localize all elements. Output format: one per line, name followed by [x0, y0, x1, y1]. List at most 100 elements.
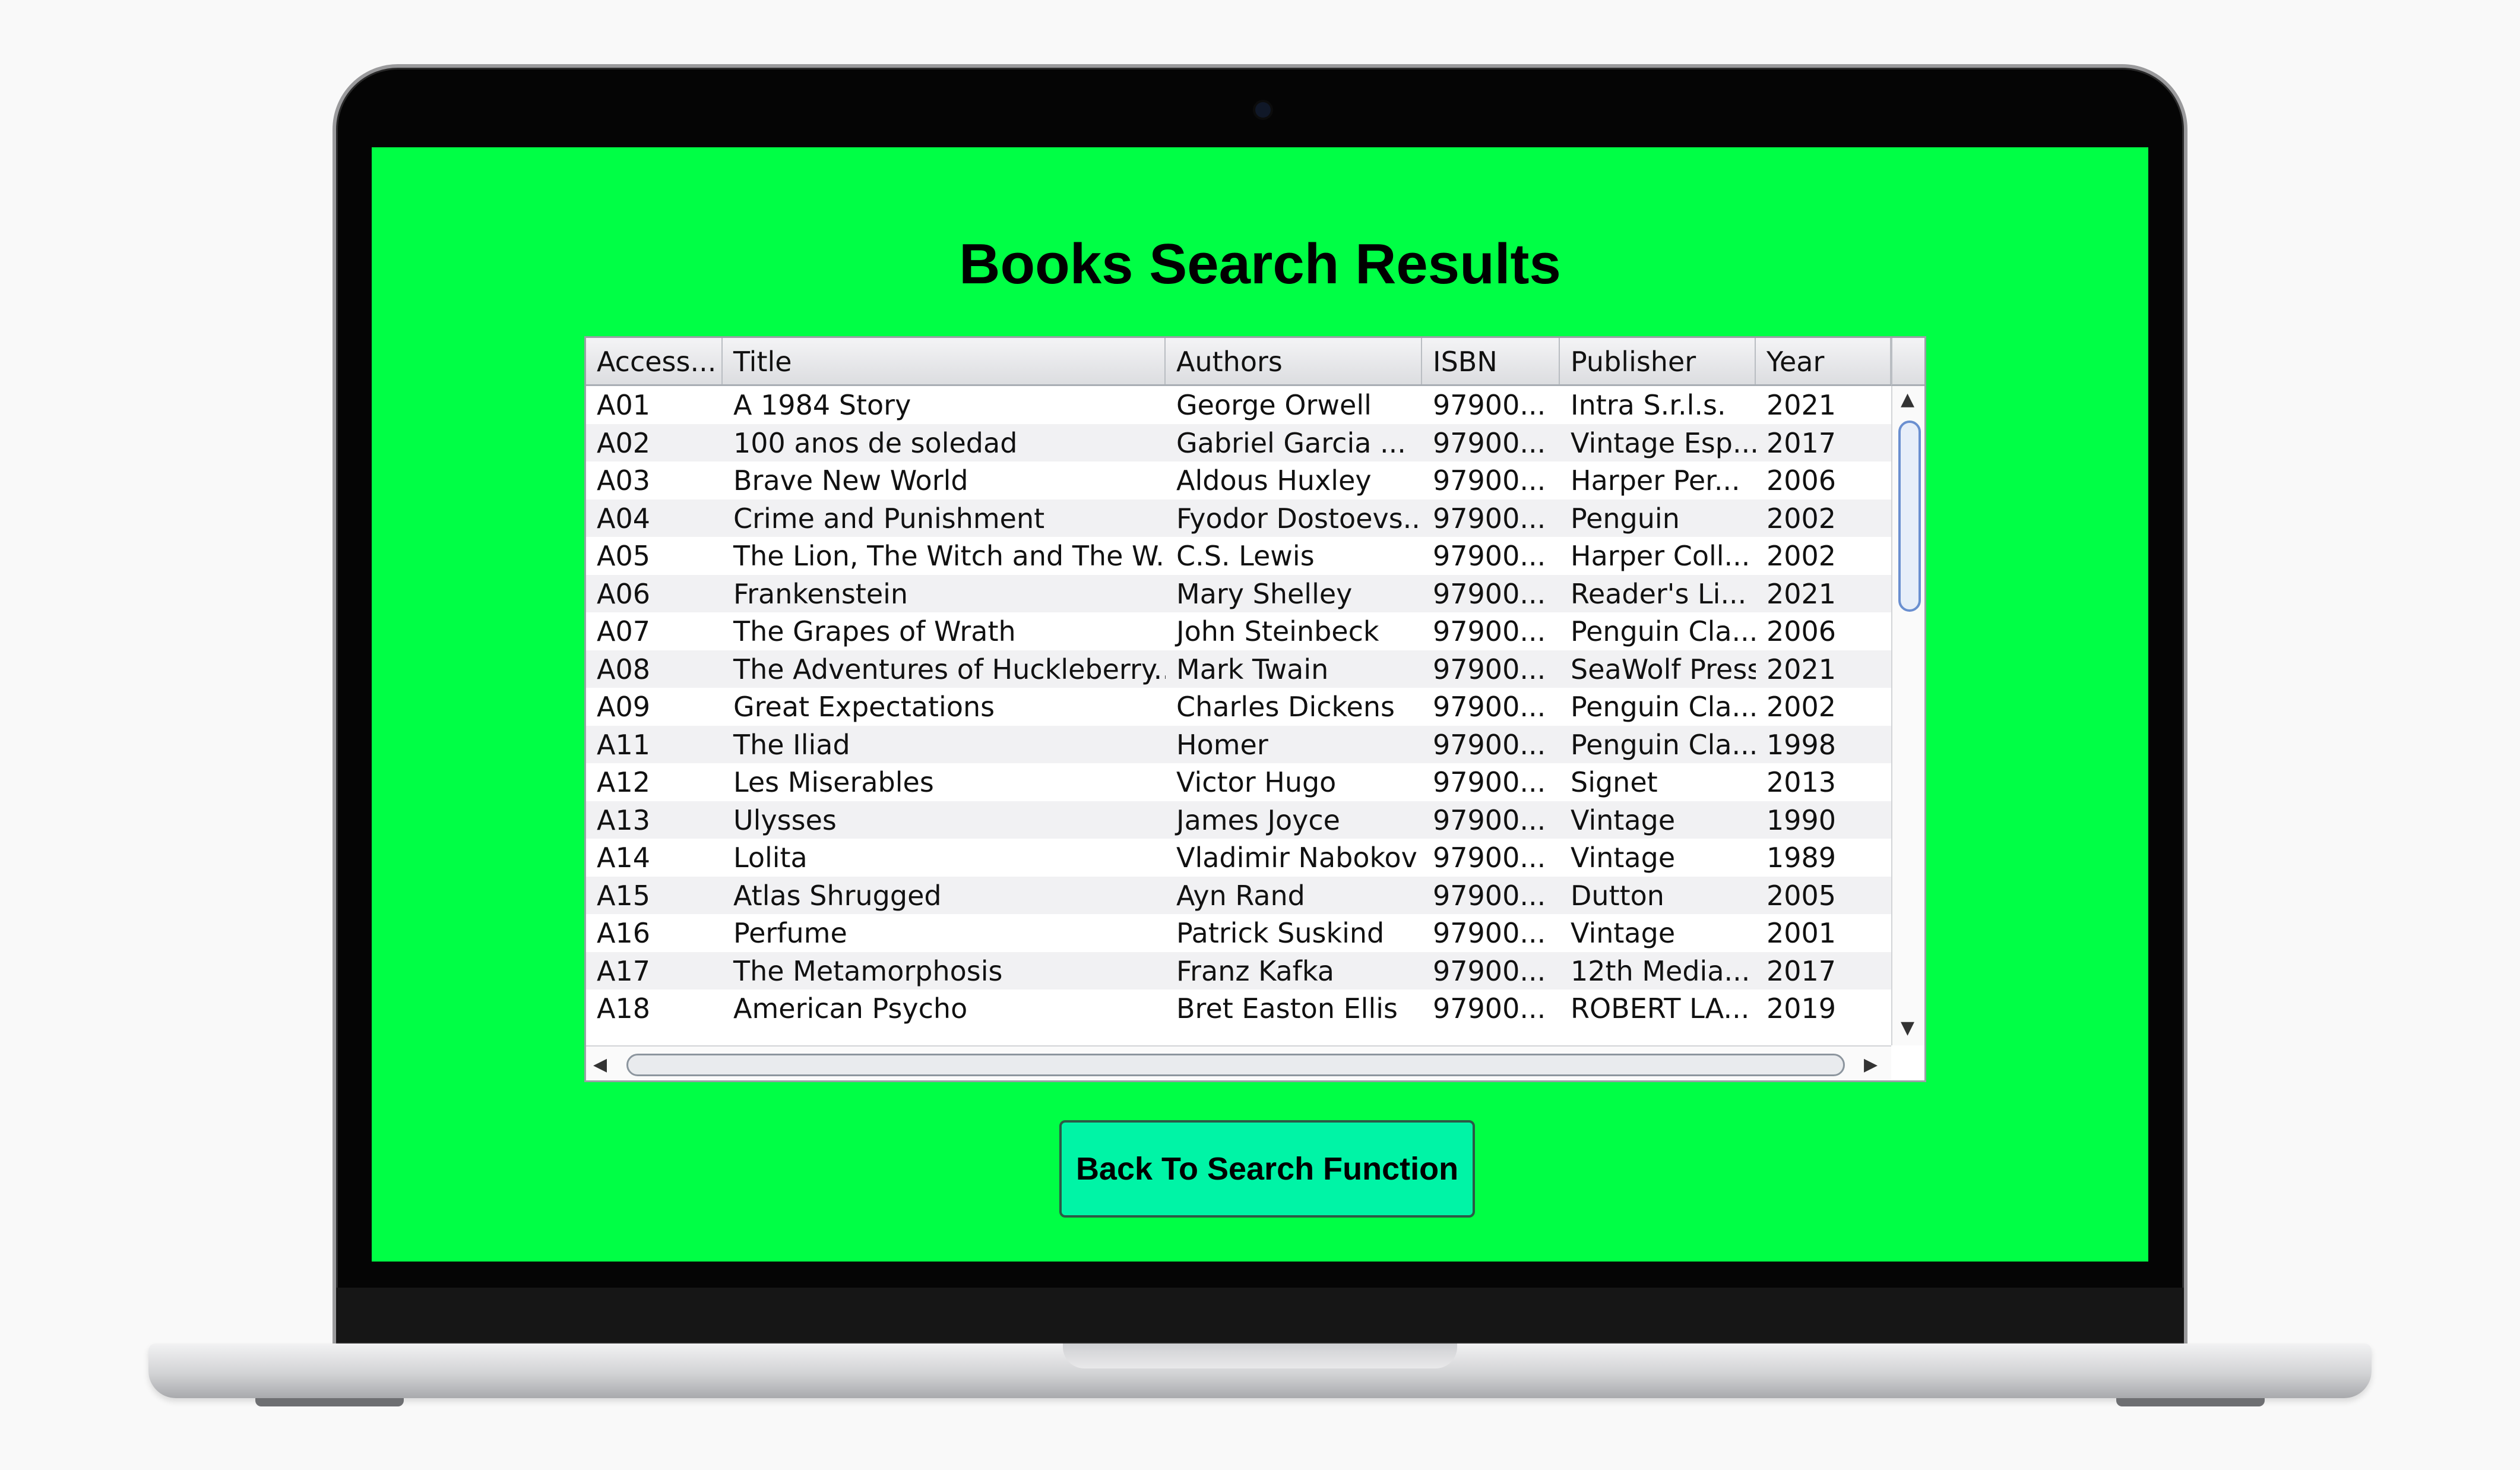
column-year-cell: 1990: [1766, 804, 1837, 836]
column-access-cell: A01: [597, 389, 651, 421]
scroll-right-icon[interactable]: ▶: [1864, 1056, 1878, 1074]
column-publisher-cell: SeaWolf Press: [1571, 653, 1756, 685]
column-access-cell: A15: [597, 879, 651, 912]
scroll-down-icon[interactable]: ▼: [1901, 1019, 1914, 1037]
table-row[interactable]: A18 American Psycho Bret Easton Ellis 97900…: [586, 990, 1891, 1028]
results-table[interactable]: Access... Title Authors ISBN Publisher Year A…: [584, 336, 1926, 1082]
column-publisher-cell: Signet: [1571, 766, 1658, 798]
scroll-up-icon[interactable]: ▲: [1901, 391, 1914, 409]
column-authors-cell: John Steinbeck: [1176, 615, 1379, 647]
table-body: A01 A 1984 Story George Orwell 97900... Intr…: [586, 386, 1891, 1045]
table-row[interactable]: A03 Brave New World Aldous Huxley 97900... H…: [586, 461, 1891, 500]
laptop-bezel-chin: [336, 1288, 2184, 1342]
column-isbn-cell: 97900...: [1433, 879, 1546, 912]
column-access-cell: A12: [597, 766, 651, 798]
column-title-cell: The Grapes of Wrath: [733, 615, 1016, 647]
table-row[interactable]: A02 100 anos de soledad Gabriel Garcia ...…: [586, 423, 1891, 461]
column-access-cell: A07: [597, 615, 651, 647]
column-isbn-cell: 97900...: [1433, 804, 1546, 836]
column-publisher-cell: Harper Per...: [1571, 464, 1740, 497]
column-access-cell: A16: [597, 917, 651, 949]
column-year-cell: 1998: [1766, 728, 1837, 761]
column-publisher-cell: ROBERT LA...: [1571, 992, 1750, 1025]
column-title-cell: The Lion, The Witch and The W...: [733, 540, 1166, 572]
table-row[interactable]: A16 Perfume Patrick Suskind 97900... Vintage…: [586, 914, 1891, 952]
column-publisher-cell: Vintage: [1571, 804, 1676, 836]
horizontal-scroll-thumb[interactable]: [626, 1054, 1845, 1076]
table-row[interactable]: A04 Crime and Punishment Fyodor Dostoevs..…: [586, 499, 1891, 537]
table-row[interactable]: A12 Les Miserables Victor Hugo 97900... Sign…: [586, 763, 1891, 801]
column-title-cell: A 1984 Story: [733, 389, 911, 421]
column-authors-cell: Ayn Rand: [1176, 879, 1305, 912]
scroll-left-icon[interactable]: ◀: [593, 1056, 607, 1074]
column-authors-cell: Mary Shelley: [1176, 577, 1353, 610]
column-publisher-header[interactable]: Publisher: [1560, 338, 1756, 384]
column-publisher-cell: Vintage: [1571, 842, 1676, 874]
column-isbn-cell: 97900...: [1433, 464, 1546, 497]
column-access-cell: A02: [597, 426, 651, 459]
column-isbn-cell: 97900...: [1433, 653, 1546, 685]
table-row[interactable]: A15 Atlas Shrugged Ayn Rand 97900... Dutton 2…: [586, 876, 1891, 914]
column-isbn-cell: 97900...: [1433, 615, 1546, 647]
table-row[interactable]: A07 The Grapes of Wrath John Steinbeck 9790…: [586, 612, 1891, 650]
column-year-header[interactable]: Year: [1756, 338, 1891, 384]
column-title-cell: Perfume: [733, 917, 847, 949]
column-title-cell: The Adventures of Huckleberry...: [733, 653, 1166, 685]
column-access-cell: A11: [597, 728, 651, 761]
table-row[interactable]: A09 Great Expectations Charles Dickens 9790…: [586, 688, 1891, 726]
column-title-header[interactable]: Title: [723, 338, 1166, 384]
table-row[interactable]: A01 A 1984 Story George Orwell 97900... Intr…: [586, 386, 1891, 424]
column-access-cell: A08: [597, 653, 651, 685]
column-authors-cell: Patrick Suskind: [1176, 917, 1385, 949]
column-authors-cell: Fyodor Dostoevs...: [1176, 502, 1422, 535]
column-publisher-cell: Dutton: [1571, 879, 1664, 912]
column-title-cell: Great Expectations: [733, 691, 995, 723]
column-access-cell: A03: [597, 464, 651, 497]
column-year-cell: 2013: [1766, 766, 1837, 798]
laptop-notch: [1063, 1343, 1457, 1368]
column-publisher-cell: Reader's Li...: [1571, 577, 1747, 610]
column-access-header[interactable]: Access...: [586, 338, 723, 384]
column-publisher-cell: Penguin Cla...: [1571, 691, 1756, 723]
table-row[interactable]: A06 Frankenstein Mary Shelley 97900... Reade…: [586, 574, 1891, 612]
column-isbn-cell: 97900...: [1433, 389, 1546, 421]
column-access-cell: A13: [597, 804, 651, 836]
column-year-cell: 2021: [1766, 389, 1837, 421]
column-publisher-cell: Intra S.r.l.s.: [1571, 389, 1726, 421]
table-row[interactable]: A14 Lolita Vladimir Nabokov 97900... Vintage…: [586, 839, 1891, 877]
column-year-cell: 2019: [1766, 992, 1837, 1025]
column-isbn-cell: 97900...: [1433, 502, 1546, 535]
column-year-cell: 2002: [1766, 502, 1837, 535]
vertical-scroll-thumb[interactable]: [1898, 421, 1921, 612]
column-title-cell: The Iliad: [733, 728, 850, 761]
table-row[interactable]: A05 The Lion, The Witch and The W... C.S. …: [586, 537, 1891, 575]
column-year-cell: 2006: [1766, 464, 1837, 497]
page-title: Books Search Results: [959, 232, 1561, 296]
table-row[interactable]: A17 The Metamorphosis Franz Kafka 97900... 1…: [586, 951, 1891, 990]
column-year-cell: 2005: [1766, 879, 1837, 912]
column-authors-cell: Homer: [1176, 728, 1268, 761]
table-row[interactable]: A08 The Adventures of Huckleberry... Mark …: [586, 650, 1891, 688]
horizontal-scrollbar[interactable]: ◀ ▶: [586, 1045, 1891, 1080]
column-isbn-cell: 97900...: [1433, 917, 1546, 949]
column-title-cell: Frankenstein: [733, 577, 908, 610]
laptop-foot-left: [255, 1398, 404, 1406]
column-access-cell: A05: [597, 540, 651, 572]
column-authors-header[interactable]: Authors: [1166, 338, 1422, 384]
column-year-cell: 2021: [1766, 577, 1837, 610]
table-row[interactable]: A13 Ulysses James Joyce 97900... Vintage 1990: [586, 801, 1891, 839]
column-year-cell: 2001: [1766, 917, 1837, 949]
back-to-search-button[interactable]: Back To Search Function: [1059, 1120, 1475, 1218]
column-isbn-cell: 97900...: [1433, 992, 1546, 1025]
column-isbn-header[interactable]: ISBN: [1422, 338, 1560, 384]
column-year-cell: 1989: [1766, 842, 1837, 874]
column-title-cell: Ulysses: [733, 804, 837, 836]
column-isbn-cell: 97900...: [1433, 842, 1546, 874]
column-isbn-cell: 97900...: [1433, 954, 1546, 987]
column-authors-cell: George Orwell: [1176, 389, 1372, 421]
column-authors-cell: Vladimir Nabokov: [1176, 842, 1417, 874]
vertical-scrollbar[interactable]: ▲ ▼: [1891, 386, 1924, 1045]
table-row[interactable]: A11 The Iliad Homer 97900... Penguin Cla... 1…: [586, 725, 1891, 763]
column-publisher-cell: Vintage Esp...: [1571, 426, 1756, 459]
column-authors-cell: Bret Easton Ellis: [1176, 992, 1398, 1025]
